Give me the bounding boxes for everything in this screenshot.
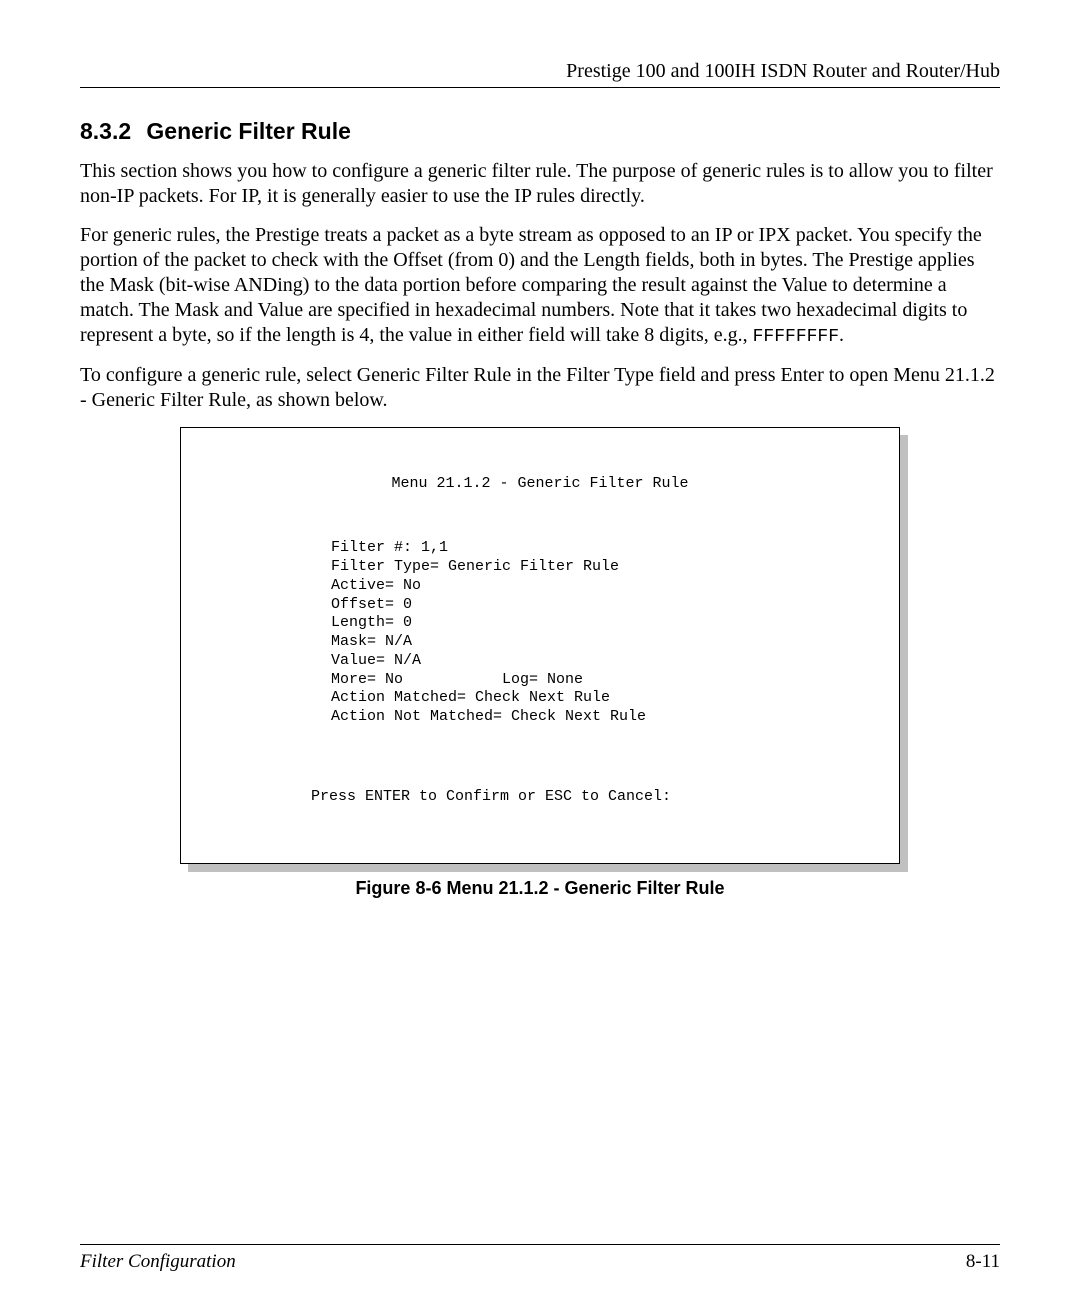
menu-line-8: More= No Log= None bbox=[331, 671, 583, 688]
section-number: 8.3.2 bbox=[80, 118, 140, 145]
menu-line-3: Active= No bbox=[331, 577, 421, 594]
paragraph-2: For generic rules, the Prestige treats a… bbox=[80, 223, 1000, 349]
menu-prompt: Press ENTER to Confirm or ESC to Cancel: bbox=[201, 764, 879, 807]
paragraph-2-end: . bbox=[839, 324, 844, 346]
footer-page-number: 8-11 bbox=[966, 1251, 1000, 1273]
footer-row: Filter Configuration 8-11 bbox=[80, 1251, 1000, 1273]
menu-title: Menu 21.1.2 - Generic Filter Rule bbox=[201, 475, 879, 502]
section-title: Generic Filter Rule bbox=[146, 118, 351, 144]
menu-line-7: Value= N/A bbox=[331, 652, 421, 669]
section-heading: 8.3.2 Generic Filter Rule bbox=[80, 118, 1000, 145]
figure-caption: Figure 8-6 Menu 21.1.2 - Generic Filter … bbox=[80, 878, 1000, 899]
footer-rule bbox=[80, 1244, 1000, 1245]
page-header-title: Prestige 100 and 100IH ISDN Router and R… bbox=[80, 60, 1000, 83]
menu-box: Menu 21.1.2 - Generic Filter Rule Filter… bbox=[180, 427, 900, 864]
menu-line-1: Filter #: 1,1 bbox=[331, 539, 448, 556]
paragraph-3: To configure a generic rule, select Gene… bbox=[80, 363, 1000, 413]
menu-line-9: Action Matched= Check Next Rule bbox=[331, 689, 610, 706]
menu-line-5: Length= 0 bbox=[331, 614, 412, 631]
paragraph-2-mono: FFFFFFFF bbox=[753, 327, 839, 347]
menu-line-2: Filter Type= Generic Filter Rule bbox=[331, 558, 619, 575]
menu-body: Filter #: 1,1 Filter Type= Generic Filte… bbox=[201, 539, 879, 727]
menu-line-4: Offset= 0 bbox=[331, 596, 412, 613]
menu-line-10: Action Not Matched= Check Next Rule bbox=[331, 708, 646, 725]
menu-line-6: Mask= N/A bbox=[331, 633, 412, 650]
menu-box-wrapper: Menu 21.1.2 - Generic Filter Rule Filter… bbox=[180, 427, 900, 864]
paragraph-2-text: For generic rules, the Prestige treats a… bbox=[80, 224, 982, 346]
header-rule bbox=[80, 87, 1000, 88]
footer-left: Filter Configuration bbox=[80, 1251, 236, 1273]
paragraph-1: This section shows you how to configure … bbox=[80, 159, 1000, 209]
